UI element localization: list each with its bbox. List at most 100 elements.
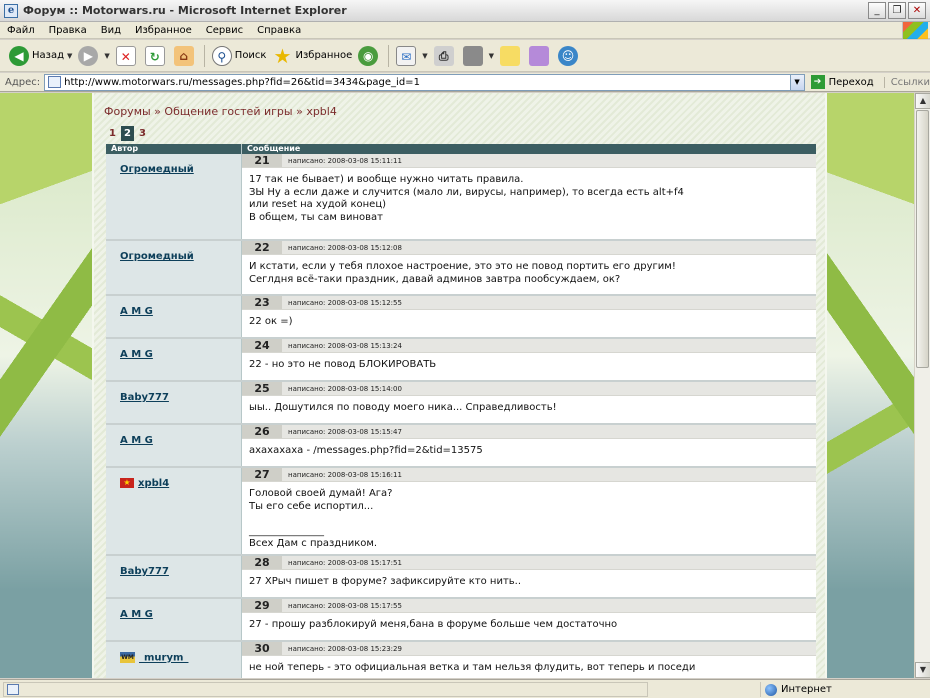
menu-bar: Файл Правка Вид Избранное Сервис Справка bbox=[0, 22, 930, 39]
post-number[interactable]: 29 bbox=[242, 599, 282, 612]
globe-icon bbox=[765, 683, 777, 696]
page-link-1[interactable]: 1 bbox=[106, 126, 119, 141]
post-header: 26 написано: 2008-03-08 15:15:47 bbox=[242, 425, 816, 439]
post-header: 27 написано: 2008-03-08 15:16:11 bbox=[242, 468, 816, 482]
table-row: A M G 29 написано: 2008-03-08 15:17:55 27… bbox=[106, 599, 816, 642]
address-url[interactable]: http://www.motorwars.ru/messages.php?fid… bbox=[64, 77, 420, 88]
post-message: 29 написано: 2008-03-08 15:17:55 27 - про… bbox=[242, 599, 816, 640]
mail-button[interactable]: ✉ ▼ bbox=[393, 43, 430, 69]
post-author: A M G bbox=[106, 425, 242, 466]
address-bar: Адрес: http://www.motorwars.ru/messages.… bbox=[0, 73, 930, 92]
home-icon: ⌂ bbox=[173, 45, 194, 66]
breadcrumb-section-link[interactable]: Общение гостей игры bbox=[164, 105, 292, 118]
menu-edit[interactable]: Правка bbox=[42, 25, 94, 36]
refresh-button[interactable]: ↻ bbox=[142, 43, 171, 69]
menu-view[interactable]: Вид bbox=[94, 25, 128, 36]
messenger-button[interactable]: ☺ bbox=[555, 43, 584, 69]
edit-dropdown-icon[interactable]: ▼ bbox=[489, 52, 494, 60]
close-button[interactable]: ✕ bbox=[908, 2, 926, 19]
status-bar: Интернет bbox=[0, 679, 930, 698]
author-link[interactable]: Baby777 bbox=[120, 392, 169, 403]
author-link[interactable]: Baby777 bbox=[120, 566, 169, 577]
address-dropdown-icon[interactable]: ▼ bbox=[789, 74, 804, 90]
security-zone: Интернет bbox=[760, 682, 925, 697]
post-number[interactable]: 30 bbox=[242, 642, 282, 655]
home-button[interactable]: ⌂ bbox=[171, 43, 200, 69]
media-icon: ◉ bbox=[358, 45, 379, 66]
mail-dropdown-icon[interactable]: ▼ bbox=[422, 52, 427, 60]
post-author: WM _murym_ bbox=[106, 642, 242, 678]
post-header: 28 написано: 2008-03-08 15:17:51 bbox=[242, 556, 816, 570]
author-link[interactable]: Огромедный bbox=[120, 251, 194, 262]
post-header: 29 написано: 2008-03-08 15:17:55 bbox=[242, 599, 816, 613]
address-input[interactable]: http://www.motorwars.ru/messages.php?fid… bbox=[44, 73, 805, 91]
breadcrumb-forums-link[interactable]: Форумы bbox=[104, 105, 151, 118]
posts-table: Автор Сообщение Огромедный 21 написано: 2… bbox=[106, 144, 816, 678]
post-number[interactable]: 24 bbox=[242, 339, 282, 352]
post-number[interactable]: 23 bbox=[242, 296, 282, 309]
stop-button[interactable]: ✕ bbox=[113, 43, 142, 69]
scroll-down-button[interactable]: ▼ bbox=[915, 662, 930, 678]
discuss-button[interactable] bbox=[497, 43, 526, 69]
print-button[interactable]: ⎙ bbox=[431, 43, 460, 69]
post-timestamp: написано: 2008-03-08 15:14:00 bbox=[288, 384, 402, 393]
media-button[interactable]: ◉ bbox=[355, 43, 384, 69]
post-number[interactable]: 28 bbox=[242, 556, 282, 569]
author-link[interactable]: A M G bbox=[120, 306, 153, 317]
post-timestamp: написано: 2008-03-08 15:12:55 bbox=[288, 298, 402, 307]
menu-help[interactable]: Справка bbox=[250, 25, 308, 36]
author-link[interactable]: _murym_ bbox=[139, 653, 188, 664]
scroll-up-button[interactable]: ▲ bbox=[915, 93, 930, 109]
menu-favorites[interactable]: Избранное bbox=[128, 25, 199, 36]
author-link[interactable]: A M G bbox=[120, 349, 153, 360]
minimize-button[interactable]: _ bbox=[868, 2, 886, 19]
ie-page-icon: e bbox=[4, 3, 18, 18]
post-header: 25 написано: 2008-03-08 15:14:00 bbox=[242, 382, 816, 396]
breadcrumb-topic-link[interactable]: xpbl4 bbox=[306, 105, 337, 118]
favorites-button[interactable]: ★ Избранное bbox=[269, 43, 355, 69]
post-timestamp: написано: 2008-03-08 15:13:24 bbox=[288, 341, 402, 350]
zone-label: Интернет bbox=[781, 684, 832, 695]
vertical-scrollbar[interactable]: ▲ ▼ bbox=[914, 93, 930, 678]
table-row: Baby777 28 написано: 2008-03-08 15:17:51 … bbox=[106, 556, 816, 599]
edit-icon bbox=[462, 45, 483, 66]
menu-tools[interactable]: Сервис bbox=[199, 25, 250, 36]
window-title: Форум :: Motorwars.ru - Microsoft Intern… bbox=[23, 4, 347, 17]
post-number[interactable]: 22 bbox=[242, 241, 282, 254]
post-timestamp: написано: 2008-03-08 15:15:47 bbox=[288, 427, 402, 436]
back-dropdown-icon[interactable]: ▼ bbox=[67, 52, 72, 60]
search-label: Поиск bbox=[234, 50, 267, 61]
post-number[interactable]: 26 bbox=[242, 425, 282, 438]
author-link[interactable]: A M G bbox=[120, 435, 153, 446]
posts-table-header: Автор Сообщение bbox=[106, 144, 816, 154]
windows-logo-icon bbox=[902, 22, 928, 39]
forward-button[interactable]: ▶ ▼ bbox=[75, 43, 112, 69]
post-message: 26 написано: 2008-03-08 15:15:47 ахахахах… bbox=[242, 425, 816, 466]
post-number[interactable]: 25 bbox=[242, 382, 282, 395]
author-link[interactable]: Огромедный bbox=[120, 164, 194, 175]
links-button[interactable]: Ссылки bbox=[883, 76, 930, 88]
page-link-3[interactable]: 3 bbox=[136, 126, 149, 141]
page-status-icon bbox=[7, 683, 19, 695]
status-text-pane bbox=[3, 681, 648, 697]
post-message: 24 написано: 2008-03-08 15:13:24 22 - но … bbox=[242, 339, 816, 380]
edit-button[interactable]: ▼ bbox=[460, 43, 497, 69]
back-button[interactable]: ◀ Назад ▼ bbox=[6, 43, 75, 69]
go-button[interactable]: ➔ Переход bbox=[810, 75, 874, 89]
forward-dropdown-icon[interactable]: ▼ bbox=[104, 52, 109, 60]
post-author: A M G bbox=[106, 599, 242, 640]
post-author: A M G bbox=[106, 339, 242, 380]
post-number[interactable]: 21 bbox=[242, 154, 282, 167]
author-link[interactable]: xpbl4 bbox=[138, 478, 169, 489]
post-timestamp: написано: 2008-03-08 15:16:11 bbox=[288, 470, 402, 479]
post-author: Baby777 bbox=[106, 382, 242, 423]
post-number[interactable]: 27 bbox=[242, 468, 282, 481]
author-link[interactable]: A M G bbox=[120, 609, 153, 620]
title-bar: e Форум :: Motorwars.ru - Microsoft Inte… bbox=[0, 0, 930, 22]
maximize-button[interactable]: ❐ bbox=[888, 2, 906, 19]
menu-file[interactable]: Файл bbox=[0, 25, 42, 36]
research-button[interactable] bbox=[526, 43, 555, 69]
search-button[interactable]: ⚲ Поиск bbox=[209, 43, 270, 69]
scroll-thumb[interactable] bbox=[916, 110, 929, 368]
window-controls: _ ❐ ✕ bbox=[868, 2, 926, 19]
